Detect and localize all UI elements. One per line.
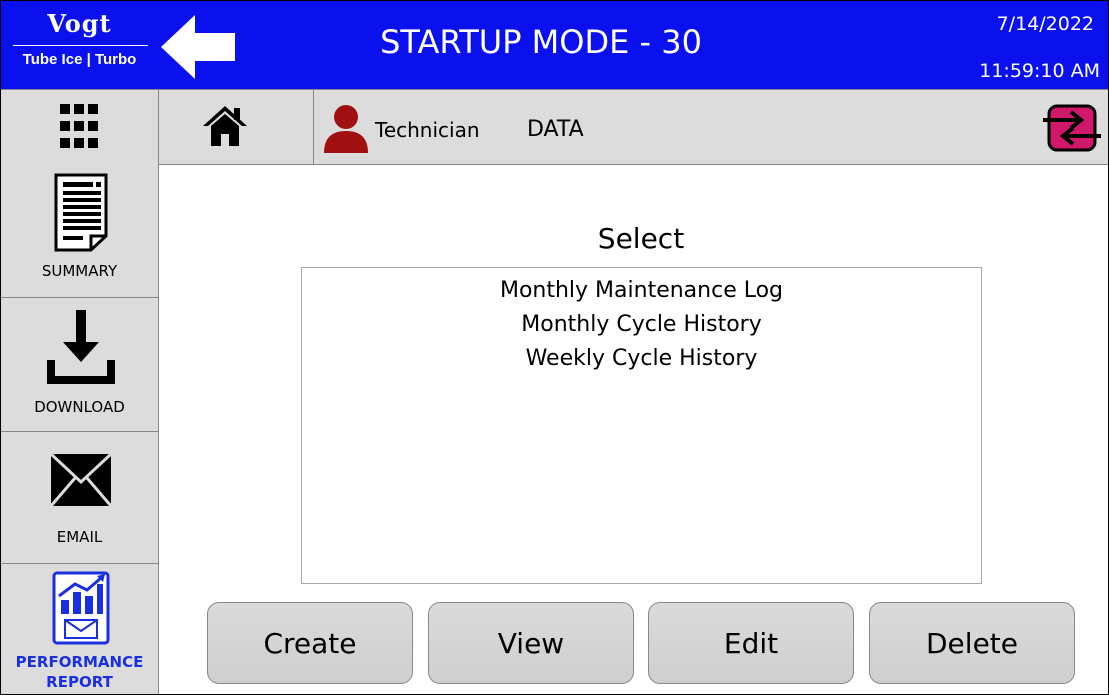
- report-listbox[interactable]: Monthly Maintenance Log Monthly Cycle Hi…: [301, 267, 982, 584]
- user-role-label: Technician: [375, 118, 480, 142]
- back-arrow-button[interactable]: [159, 13, 239, 81]
- menu-grid-button[interactable]: [1, 90, 159, 164]
- list-item[interactable]: Monthly Maintenance Log: [302, 274, 981, 308]
- performance-report-icon: [52, 571, 110, 645]
- date-display: 7/14/2022: [996, 13, 1094, 35]
- sidebar-label-download: DOWNLOAD: [34, 398, 125, 416]
- download-icon: [47, 310, 115, 384]
- create-button[interactable]: Create: [207, 602, 413, 684]
- user-icon: [321, 103, 371, 153]
- sidebar: SUMMARY DOWNLOAD EMAIL PERFORMANCE REPOR…: [1, 164, 159, 694]
- grid-icon: [60, 104, 98, 148]
- left-arrow-icon: [161, 15, 235, 79]
- sidebar-label-email: EMAIL: [56, 528, 103, 546]
- vogt-logo: Vogt Tube Ice | Turbo: [3, 3, 156, 86]
- sidebar-item-download[interactable]: DOWNLOAD: [1, 298, 158, 432]
- sidebar-label-summary: SUMMARY: [41, 262, 118, 280]
- delete-button[interactable]: Delete: [869, 602, 1075, 684]
- sidebar-item-performance-report[interactable]: PERFORMANCE REPORT: [1, 564, 158, 694]
- view-button[interactable]: View: [428, 602, 634, 684]
- toolbar: Technician DATA: [1, 89, 1108, 165]
- logo-brand-text: Vogt: [47, 9, 112, 38]
- sidebar-item-summary[interactable]: SUMMARY: [1, 164, 158, 298]
- sidebar-item-email[interactable]: EMAIL: [1, 432, 158, 564]
- envelope-icon: [49, 452, 113, 507]
- edit-button[interactable]: Edit: [648, 602, 854, 684]
- header-bar: Vogt Tube Ice | Turbo STARTUP MODE - 30 …: [1, 1, 1108, 89]
- section-label: DATA: [527, 117, 584, 142]
- toolbar-divider: [313, 90, 314, 164]
- time-display: 11:59:10 AM: [979, 60, 1100, 82]
- logo-subtitle: Tube Ice | Turbo: [22, 51, 137, 68]
- switch-arrows-icon: [1043, 104, 1101, 152]
- app-window: Vogt Tube Ice | Turbo STARTUP MODE - 30 …: [0, 0, 1109, 695]
- list-item[interactable]: Monthly Cycle History: [302, 308, 981, 342]
- page-title: STARTUP MODE - 30: [380, 23, 702, 61]
- sidebar-label-performance-line2: REPORT: [46, 673, 113, 691]
- logo-divider: [13, 45, 148, 46]
- sidebar-label-performance-line1: PERFORMANCE: [15, 653, 144, 671]
- sidebar-label-performance: PERFORMANCE REPORT: [1, 652, 158, 692]
- home-icon: [203, 106, 247, 146]
- home-button[interactable]: [201, 104, 249, 148]
- select-heading: Select: [597, 222, 685, 255]
- list-item[interactable]: Weekly Cycle History: [302, 342, 981, 376]
- switch-screen-button[interactable]: [1041, 104, 1103, 152]
- document-icon: [54, 173, 108, 252]
